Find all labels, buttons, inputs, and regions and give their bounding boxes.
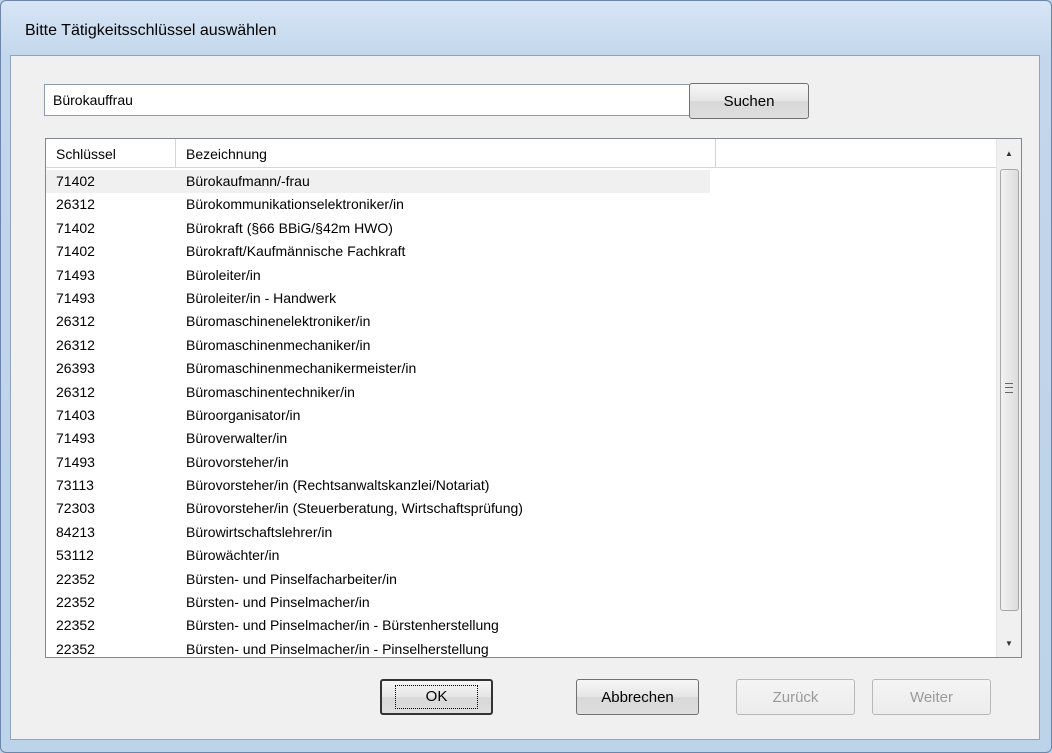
- cell-key: 71402: [56, 219, 95, 236]
- cell-key: 22352: [56, 617, 95, 634]
- cell-name: Bürovorsteher/in (Rechtsanwaltskanzlei/N…: [186, 477, 490, 494]
- cell-key: 71493: [56, 289, 95, 306]
- table-row[interactable]: 73113 Bürovorsteher/in (Rechtsanwaltskanz…: [46, 474, 997, 497]
- table-row[interactable]: 71402 Bürokraft/Kaufmännische Fachkraft: [46, 240, 997, 263]
- table-row[interactable]: 53112 Bürowächter/in: [46, 544, 997, 567]
- cell-name: Büromaschinenmechanikermeister/in: [186, 360, 417, 377]
- cell-key: 71403: [56, 406, 95, 423]
- cell-key: 26393: [56, 360, 95, 377]
- cell-name: Bürsten- und Pinselmacher/in - Pinselher…: [186, 640, 489, 657]
- column-header-name[interactable]: Bezeichnung: [176, 139, 716, 167]
- cell-key: 22352: [56, 640, 95, 657]
- cell-key: 71402: [56, 170, 95, 193]
- table-row[interactable]: 71402 Bürokraft (§66 BBiG/§42m HWO): [46, 217, 997, 240]
- table-row[interactable]: 71493 Büroleiter/in: [46, 264, 997, 287]
- table-row[interactable]: 26393 Büromaschinenmechanikermeister/in: [46, 357, 997, 380]
- table-row[interactable]: 71403 Büroorganisator/in: [46, 404, 997, 427]
- occupation-list[interactable]: Schlüssel Bezeichnung 71402 Bürokaufmann/…: [45, 138, 1022, 658]
- table-row[interactable]: 22352 Bürsten- und Pinselmacher/in - Pins…: [46, 638, 997, 657]
- window-title: Bitte Tätigkeitsschlüssel auswählen: [25, 22, 277, 39]
- cell-key: 26312: [56, 383, 95, 400]
- back-button[interactable]: Zurück: [736, 679, 855, 715]
- scrollbar-thumb[interactable]: [1000, 169, 1019, 611]
- cell-name: Bürowirtschaftslehrer/in: [186, 523, 333, 540]
- cell-key: 84213: [56, 523, 95, 540]
- cell-key: 53112: [56, 547, 94, 564]
- scroll-grip-icon: [1005, 383, 1013, 393]
- cell-key: 71493: [56, 430, 95, 447]
- ok-button-label: OK: [394, 685, 479, 709]
- cancel-button[interactable]: Abbrechen: [576, 679, 699, 715]
- search-button[interactable]: Suchen: [689, 83, 809, 119]
- cell-key: 73113: [56, 477, 94, 494]
- table-row[interactable]: 26312 Büromaschinenmechaniker/in: [46, 334, 997, 357]
- dialog-client-area: Suchen Schlüssel Bezeichnung 71402 Büroka…: [10, 55, 1040, 740]
- next-button[interactable]: Weiter: [872, 679, 991, 715]
- row-highlight: [46, 170, 710, 193]
- cell-name: Bürovorsteher/in (Steuerberatung, Wirtsc…: [186, 500, 523, 517]
- table-row[interactable]: 26312 Bürokommunikationselektroniker/in: [46, 193, 997, 216]
- cell-key: 22352: [56, 594, 95, 611]
- cell-name: Büroleiter/in: [186, 266, 261, 283]
- cell-name: Bürokaufmann/-frau: [186, 170, 310, 193]
- cell-name: Bürokommunikationselektroniker/in: [186, 196, 404, 213]
- table-row[interactable]: 22352 Bürsten- und Pinselmacher/in: [46, 591, 997, 614]
- cell-name: Büroleiter/in - Handwerk: [186, 289, 337, 306]
- cell-name: Büroorganisator/in: [186, 406, 301, 423]
- column-header-key[interactable]: Schlüssel: [46, 139, 176, 167]
- cell-name: Bürowächter/in: [186, 547, 280, 564]
- cell-key: 71402: [56, 243, 95, 260]
- cell-name: Büromaschinentechniker/in: [186, 383, 355, 400]
- cell-name: Büromaschinenmechaniker/in: [186, 336, 371, 353]
- cell-name: Bürokraft/Kaufmännische Fachkraft: [186, 243, 406, 260]
- dialog-window: Bitte Tätigkeitsschlüssel auswählen Such…: [0, 0, 1052, 753]
- table-row[interactable]: 26312 Büromaschinenelektroniker/in: [46, 310, 997, 333]
- cell-key: 26312: [56, 196, 95, 213]
- scroll-up-arrow-icon[interactable]: ▲: [997, 142, 1021, 164]
- table-row[interactable]: 26312 Büromaschinentechniker/in: [46, 381, 997, 404]
- cell-key: 26312: [56, 336, 95, 353]
- table-row[interactable]: 84213 Bürowirtschaftslehrer/in: [46, 521, 997, 544]
- cell-name: Bürokraft (§66 BBiG/§42m HWO): [186, 219, 393, 236]
- table-row[interactable]: 71493 Büroverwalter/in: [46, 427, 997, 450]
- scroll-down-arrow-icon[interactable]: ▼: [997, 632, 1021, 654]
- search-input[interactable]: [44, 84, 700, 116]
- cell-key: 26312: [56, 313, 95, 330]
- cell-name: Bürovorsteher/in: [186, 453, 289, 470]
- cell-key: 72303: [56, 500, 95, 517]
- list-rows: 71402 Bürokaufmann/-frau 26312 Bürokommunik…: [46, 170, 997, 657]
- table-row[interactable]: 71493 Bürovorsteher/in: [46, 451, 997, 474]
- cell-name: Bürsten- und Pinselfacharbeiter/in: [186, 570, 397, 587]
- table-row[interactable]: 22352 Bürsten- und Pinselmacher/in - Bürs…: [46, 614, 997, 637]
- ok-button[interactable]: OK: [380, 679, 493, 715]
- cell-name: Büroverwalter/in: [186, 430, 288, 447]
- cell-name: Bürsten- und Pinselmacher/in: [186, 594, 370, 611]
- table-row[interactable]: 72303 Bürovorsteher/in (Steuerberatung, W…: [46, 497, 997, 520]
- vertical-scrollbar[interactable]: ▲ ▼: [996, 139, 1021, 657]
- table-row[interactable]: 71493 Büroleiter/in - Handwerk: [46, 287, 997, 310]
- cell-key: 22352: [56, 570, 95, 587]
- cell-name: Bürsten- und Pinselmacher/in - Bürstenhe…: [186, 617, 499, 634]
- table-row[interactable]: 71402 Bürokaufmann/-frau: [46, 170, 997, 193]
- table-row[interactable]: 22352 Bürsten- und Pinselfacharbeiter/in: [46, 568, 997, 591]
- list-header: Schlüssel Bezeichnung: [46, 139, 997, 168]
- cell-key: 71493: [56, 266, 95, 283]
- cell-name: Büromaschinenelektroniker/in: [186, 313, 371, 330]
- cell-key: 71493: [56, 453, 95, 470]
